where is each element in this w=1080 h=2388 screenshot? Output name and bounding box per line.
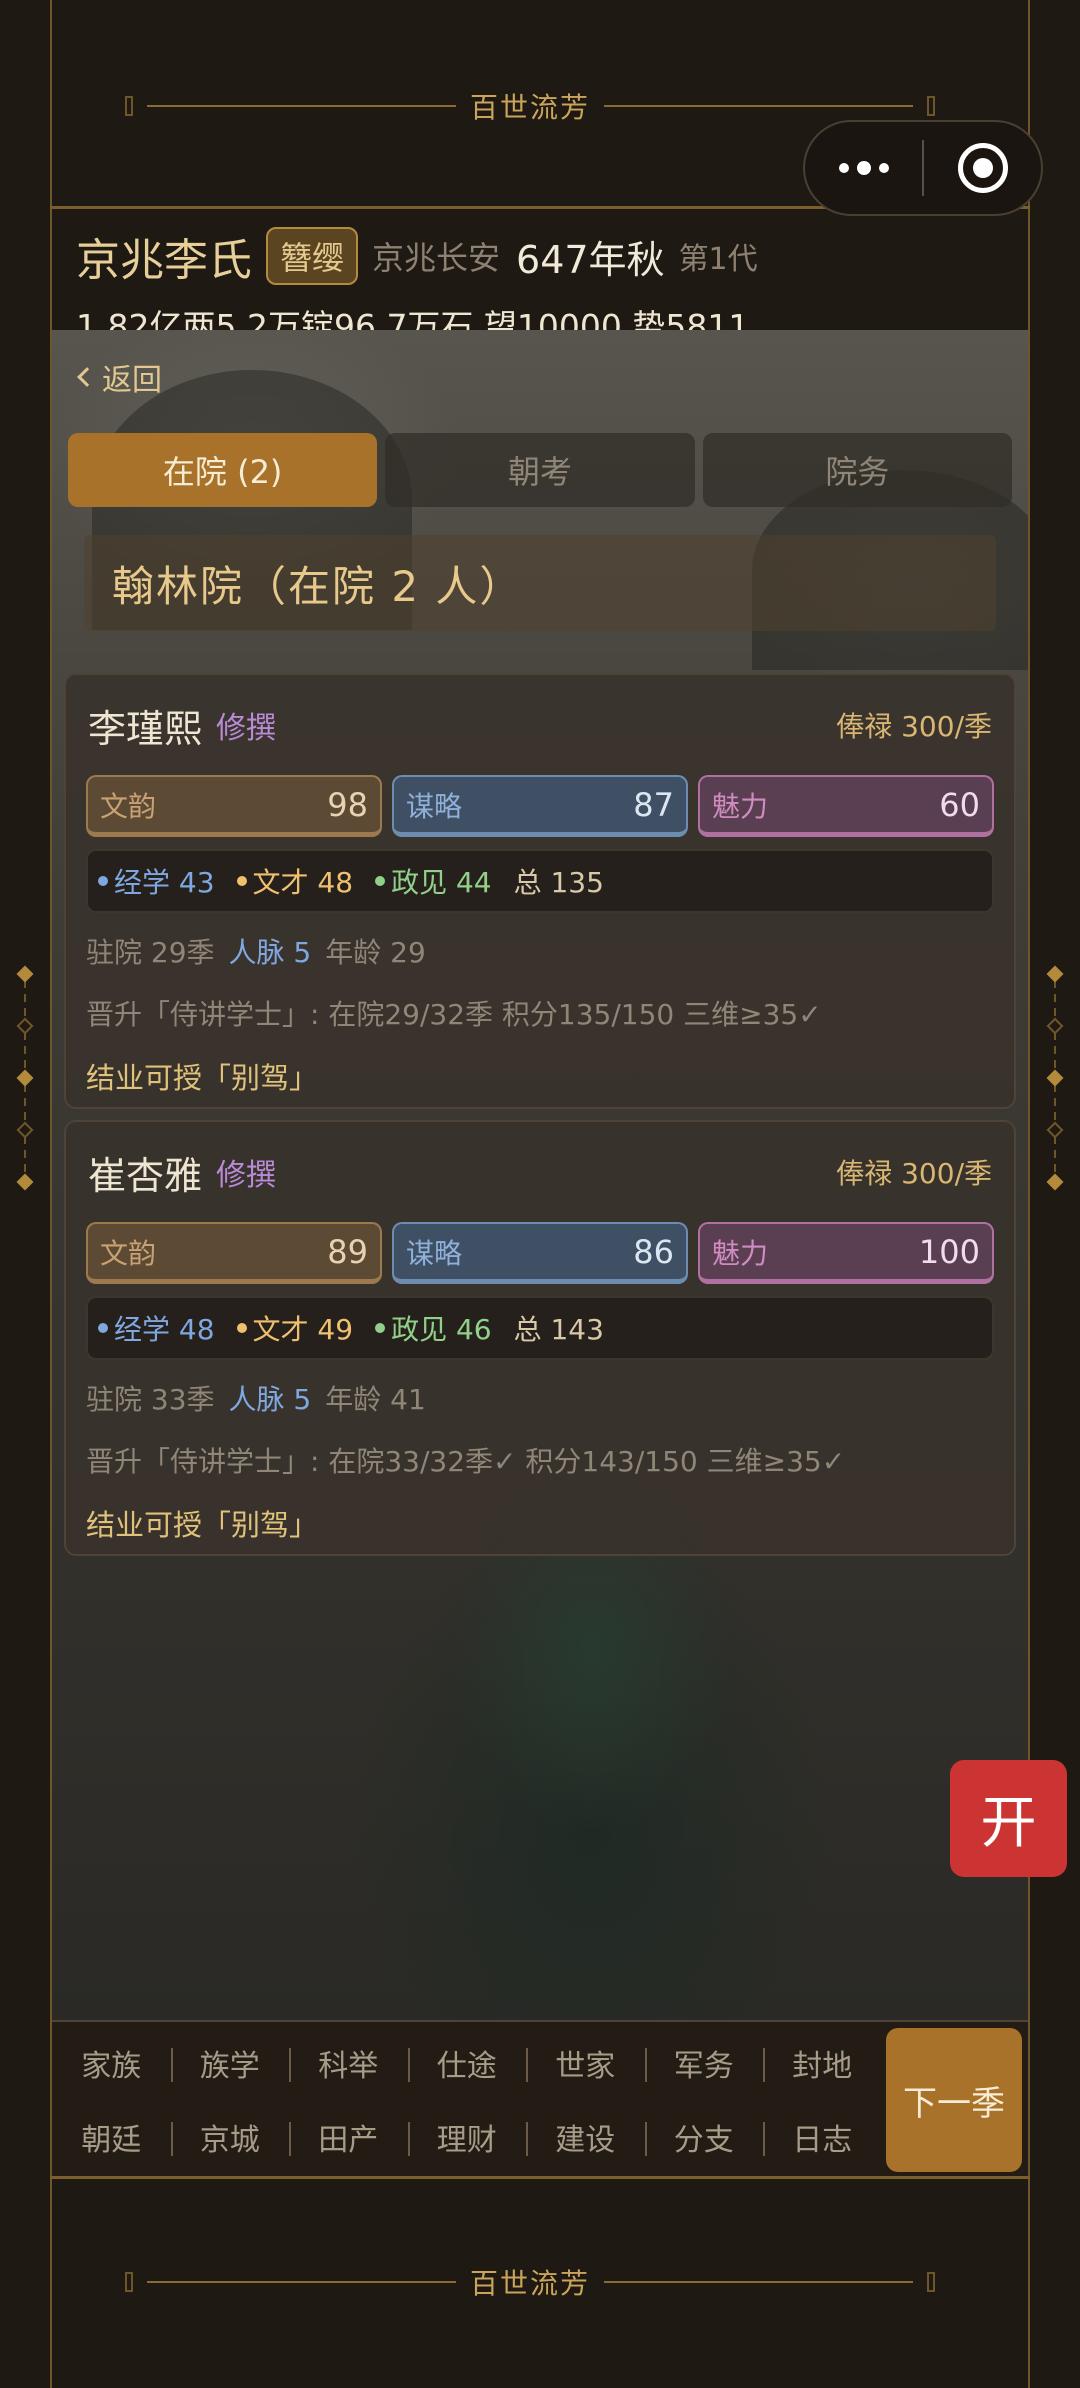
clan-name: 京兆李氏	[76, 235, 252, 286]
miniprogram-capsule	[803, 120, 1043, 216]
rank-badge: 簪缨	[266, 227, 359, 285]
stat-moulue: 谋略 86	[392, 1222, 688, 1284]
stat-meili: 魅力 60	[698, 775, 994, 837]
nav-item-branches[interactable]: 分支	[644, 2102, 764, 2172]
back-button[interactable]: 返回	[74, 355, 162, 399]
sub-wencai: 文才 49	[236, 1308, 353, 1348]
target-icon	[957, 143, 1008, 193]
scholar-title: 修撰	[216, 711, 277, 746]
main-scene: 返回 在院 (2) 朝考 院务 翰林院（在院 2 人） 李瑾熙 修撰 俸禄 30…	[52, 330, 1028, 2020]
bottom-nav: 家族 族学 科举 仕途 世家 军务 封地 朝廷 京城 田产 理财 建设 分支 日…	[52, 2020, 1028, 2176]
graduation-office: 结业可授「别驾」	[86, 1508, 319, 1542]
promotion-requirement: 晋升「侍讲学士」: 在院29/32季 积分135/150 三维≥35✓	[86, 998, 822, 1031]
sub-jingxue: 经学 43	[98, 861, 215, 901]
bottom-banner: 百世流芳	[125, 2262, 936, 2302]
scholar-name: 崔杏雅	[88, 1153, 203, 1198]
scholar-name: 李瑾熙	[88, 706, 203, 751]
frame-right-border	[1028, 0, 1030, 2388]
sub-total: 总 135	[513, 866, 604, 899]
sub-stats: 经学 48 文才 49 政见 46 总 143	[86, 1296, 994, 1360]
sub-stats: 经学 43 文才 48 政见 44 总 135	[86, 849, 994, 913]
nav-row-2: 朝廷 京城 田产 理财 建设 分支 日志	[52, 2102, 882, 2172]
tenure: 驻院 29季	[86, 936, 215, 969]
nav-item-finance[interactable]: 理财	[407, 2102, 527, 2172]
chevron-left-icon	[77, 367, 97, 387]
more-menu-button[interactable]	[805, 161, 922, 175]
stat-moulue: 谋略 87	[392, 775, 688, 837]
stat-wenyun: 文韵 98	[86, 775, 382, 837]
game-date: 647年秋	[516, 237, 665, 282]
age: 年龄 41	[325, 1383, 426, 1416]
graduation-office: 结业可授「别驾」	[86, 1061, 319, 1095]
left-ornament	[13, 965, 37, 1191]
nav-item-court[interactable]: 朝廷	[52, 2102, 171, 2172]
scholar-card: 李瑾熙 修撰 俸禄 300/季 文韵 98 谋略 87 魅力 60 经学 43 文才 …	[64, 673, 1016, 1109]
section-title: 翰林院（在院 2 人）	[84, 535, 996, 631]
age: 年龄 29	[325, 936, 426, 969]
nav-item-imperial-exam[interactable]: 科举	[289, 2028, 408, 2098]
nav-item-capital[interactable]: 京城	[170, 2102, 290, 2172]
top-banner: 百世流芳	[125, 86, 936, 126]
frame-bottom-divider	[50, 2176, 1030, 2179]
nav-item-estates[interactable]: 田产	[289, 2102, 408, 2172]
tab-in-academy[interactable]: 在院 (2)	[68, 433, 378, 507]
nav-item-fief[interactable]: 封地	[763, 2028, 882, 2098]
bottom-banner-text: 百世流芳	[470, 2267, 591, 2300]
top-banner-text: 百世流芳	[470, 91, 591, 124]
tab-exam[interactable]: 朝考	[385, 433, 695, 507]
scholar-salary: 俸禄 300/季	[836, 1157, 992, 1190]
clan-location: 京兆长安	[372, 239, 501, 277]
sub-wencai: 文才 48	[236, 861, 353, 901]
nav-item-log[interactable]: 日志	[763, 2102, 882, 2172]
scholar-salary: 俸禄 300/季	[836, 710, 992, 743]
sub-jingxue: 经学 48	[98, 1308, 215, 1348]
nav-item-construction[interactable]: 建设	[526, 2102, 645, 2172]
sub-zhengjian: 政见 44	[375, 861, 492, 901]
tab-bar: 在院 (2) 朝考 院务	[68, 433, 1012, 507]
nav-item-clans[interactable]: 世家	[526, 2028, 645, 2098]
sub-zhengjian: 政见 46	[375, 1308, 492, 1348]
nav-item-family[interactable]: 家族	[52, 2028, 171, 2098]
open-button[interactable]: 开	[950, 1760, 1067, 1877]
nav-row-1: 家族 族学 科举 仕途 世家 军务 封地	[52, 2028, 882, 2098]
nav-item-clan-school[interactable]: 族学	[170, 2028, 290, 2098]
nav-item-career[interactable]: 仕途	[407, 2028, 527, 2098]
close-miniprogram-button[interactable]	[924, 143, 1041, 193]
tenure: 驻院 33季	[86, 1383, 215, 1416]
scholar-card: 崔杏雅 修撰 俸禄 300/季 文韵 89 谋略 86 魅力 100 经学 48 文才…	[64, 1120, 1016, 1556]
promotion-requirement: 晋升「侍讲学士」: 在院33/32季✓ 积分143/150 三维≥35✓	[86, 1445, 846, 1478]
next-season-button[interactable]: 下一季	[886, 2028, 1022, 2172]
sub-total: 总 143	[513, 1313, 604, 1346]
back-label: 返回	[102, 363, 162, 398]
network: 人脉 5	[228, 936, 312, 969]
generation: 第1代	[678, 242, 758, 277]
nav-item-military[interactable]: 军务	[644, 2028, 764, 2098]
scholar-title: 修撰	[216, 1158, 277, 1193]
stat-wenyun: 文韵 89	[86, 1222, 382, 1284]
more-dots-icon	[838, 163, 849, 173]
tab-affairs[interactable]: 院务	[702, 433, 1012, 507]
network: 人脉 5	[228, 1383, 312, 1416]
right-ornament	[1043, 965, 1067, 1191]
stat-meili: 魅力 100	[698, 1222, 994, 1284]
